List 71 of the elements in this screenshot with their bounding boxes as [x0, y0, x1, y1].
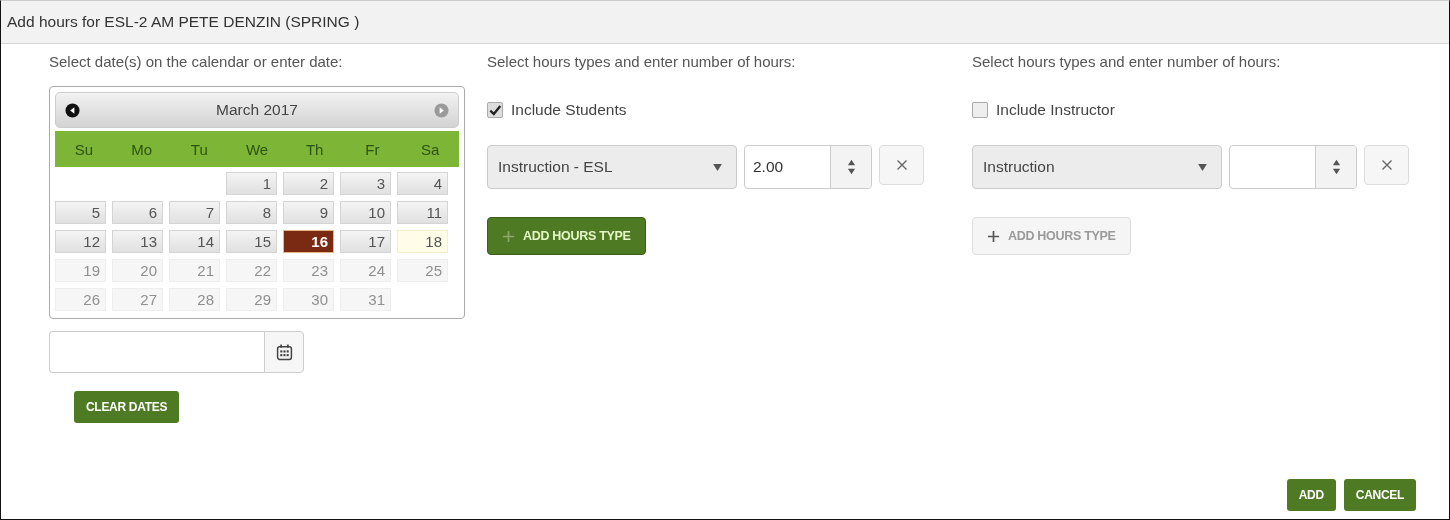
instruction-text: Select hours types and enter number of hours: — [972, 52, 1282, 71]
calendar-day[interactable]: 5 — [55, 201, 106, 224]
cancel-button[interactable]: CANCEL — [1343, 479, 1416, 511]
calendar-day[interactable]: 11 — [397, 201, 448, 224]
weekday-label: Fr — [364, 140, 381, 158]
weekday-label: Mo — [130, 140, 153, 158]
calendar-day[interactable]: 15 — [226, 230, 277, 253]
hours-field[interactable]: 2.00 — [744, 145, 872, 189]
hours-type-dropdown[interactable]: Instruction - ESL — [487, 145, 737, 189]
checkbox-label: Include Instructor — [996, 101, 1115, 119]
calendar-day: 21 — [169, 259, 220, 282]
calendar-day[interactable]: 6 — [112, 201, 163, 224]
caret-icon — [713, 163, 722, 171]
checkbox-label: Include Students — [511, 101, 627, 119]
calendar-day: 26 — [55, 288, 106, 311]
calendar-button[interactable] — [264, 331, 304, 373]
calendar-day[interactable]: 14 — [169, 230, 220, 253]
calendar-day[interactable]: 17 — [340, 230, 391, 253]
calendar-day: 30 — [283, 288, 334, 311]
calendar-day[interactable]: 7 — [169, 201, 220, 224]
calendar-day: 22 — [226, 259, 277, 282]
calendar-day: 28 — [169, 288, 220, 311]
weekday-label: We — [244, 140, 270, 158]
calendar-day: 20 — [112, 259, 163, 282]
calendar-day[interactable]: 10 — [340, 201, 391, 224]
calendar-day: 24 — [340, 259, 391, 282]
spinner-button[interactable] — [830, 146, 871, 188]
plus-icon — [502, 229, 515, 243]
calendar-day[interactable]: 3 — [340, 172, 391, 195]
calendar-day[interactable]: 9 — [283, 201, 334, 224]
plus-icon — [987, 229, 1000, 243]
calendar-day: 23 — [283, 259, 334, 282]
calendar-day[interactable]: 8 — [226, 201, 277, 224]
calendar-day[interactable]: 12 — [55, 230, 106, 253]
calendar-day: 31 — [340, 288, 391, 311]
window-title: Add hours for ESL-2 AM PETE DENZIN (SPRING ) — [7, 13, 360, 31]
weekday-label: Th — [304, 140, 325, 158]
weekday-label: Tu — [189, 140, 209, 158]
calendar-day[interactable]: 2 — [283, 172, 334, 195]
remove-button[interactable] — [879, 145, 924, 185]
calendar-day[interactable]: 16 — [283, 230, 334, 253]
calendar-day[interactable]: 1 — [226, 172, 277, 195]
hours-type-dropdown[interactable]: Instruction — [972, 145, 1222, 189]
calendar-day: 29 — [226, 288, 277, 311]
calendar-day: 25 — [397, 259, 448, 282]
hours-field[interactable] — [1229, 145, 1357, 189]
calendar-icon — [275, 343, 293, 361]
calendar-day: 19 — [55, 259, 106, 282]
spinner-icon — [846, 158, 856, 176]
spinner-icon — [1331, 158, 1341, 176]
calendar-day: 27 — [112, 288, 163, 311]
add-hours-type-button[interactable]: ADD HOURS TYPE — [487, 217, 646, 255]
previous-month-icon[interactable] — [65, 102, 80, 118]
include-checkbox[interactable] — [487, 102, 503, 118]
calendar-day[interactable]: 13 — [112, 230, 163, 253]
clear-dates-button[interactable]: CLEAR DATES — [74, 391, 180, 423]
weekday-label: Su — [73, 140, 95, 158]
close-icon — [895, 159, 908, 171]
month-label: March 2017 — [215, 101, 299, 119]
spinner-button[interactable] — [1315, 146, 1356, 188]
instruction-text: Select date(s) on the calendar or enter date: — [49, 52, 344, 71]
calendar-day[interactable]: 18 — [397, 230, 448, 253]
include-checkbox[interactable] — [972, 102, 988, 118]
weekday-label: Sa — [419, 140, 441, 158]
caret-icon — [1198, 163, 1207, 171]
instruction-text: Select hours types and enter number of hours: — [487, 52, 797, 71]
calendar-day[interactable]: 4 — [397, 172, 448, 195]
close-icon — [1380, 159, 1393, 171]
remove-button[interactable] — [1364, 145, 1409, 185]
date-field[interactable] — [49, 331, 264, 373]
add-button[interactable]: ADD — [1286, 479, 1336, 511]
